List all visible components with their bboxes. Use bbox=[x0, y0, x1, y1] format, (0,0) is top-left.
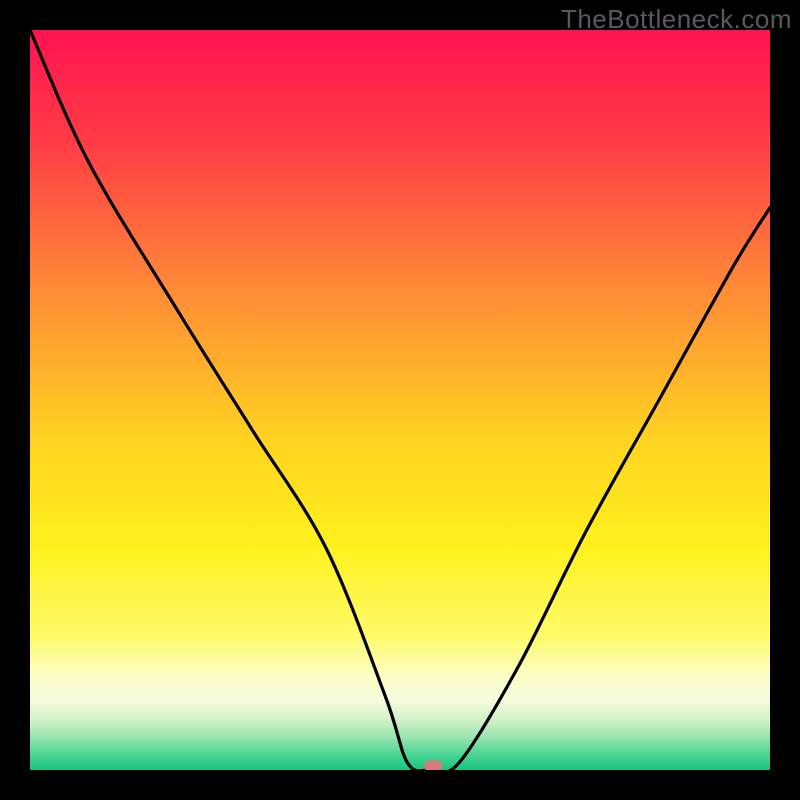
watermark-text: TheBottleneck.com bbox=[561, 4, 792, 35]
chart-svg bbox=[30, 30, 770, 770]
minimum-marker bbox=[424, 760, 442, 770]
chart-frame: TheBottleneck.com bbox=[0, 0, 800, 800]
plot-area bbox=[30, 30, 770, 770]
